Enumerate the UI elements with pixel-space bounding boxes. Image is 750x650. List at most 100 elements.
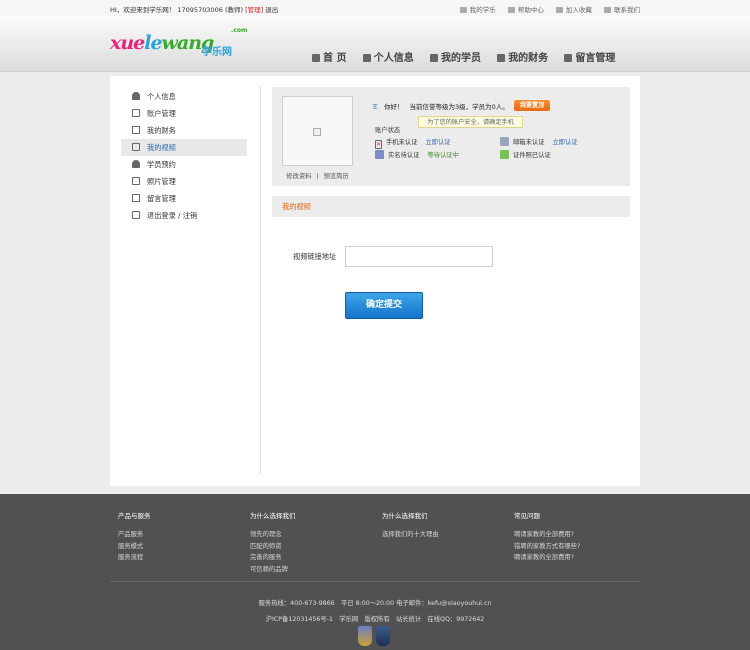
logo-domain: .com (231, 27, 248, 34)
students-icon (429, 54, 438, 62)
realname-pending: 等待认证中 (427, 152, 459, 159)
sidebar-item-appointments[interactable]: 学员预约 (121, 156, 247, 173)
footer-link[interactable]: 错聘的家教方式有哪些? (514, 541, 646, 553)
phone-status: ✕ 手机未认证 立即认证 (375, 139, 451, 149)
welcome-area: HI，欢迎来到学乐网！ 17095703006 (教师) [管理] 退出 (110, 4, 278, 14)
submit-button[interactable]: 确定提交 (345, 292, 423, 319)
footer-divider (110, 581, 640, 582)
footer-icp: 沪ICP备12031456号-1 学乐网 版权所有 站长统计 在线QQ：9972… (265, 616, 485, 623)
contact-link[interactable]: 联系我们 (604, 6, 640, 14)
credit-level: 当前信誉等级为3级，学员为0人。 (409, 103, 509, 111)
section-title: 我的视频 (282, 202, 311, 211)
photo-links: 修改资料 | 预览简历 (282, 171, 353, 180)
nav-finance[interactable]: 我的财务 (497, 49, 548, 64)
my-xuele-link[interactable]: 我的学乐 (459, 6, 496, 14)
cert-status: 证件照已认证 (500, 150, 551, 159)
contact-icon (604, 7, 611, 13)
footer-link[interactable]: 聘请家教的全部费用? (514, 552, 646, 564)
footer-link[interactable]: 领先的理念 (250, 529, 382, 541)
footer-link[interactable]: 服务流程 (118, 552, 250, 564)
bookmark-icon (555, 7, 563, 13)
site-footer: 产品与服务 产品服务 服务模式 服务流程 为什么选择我们 领先的理念 匹配的师资… (0, 494, 750, 650)
greeting-line: 王你好！ 当前信誉等级为3级，学员为0人。 (372, 101, 509, 111)
help-center-link[interactable]: 帮助中心 (507, 6, 544, 14)
video-link-input[interactable] (345, 246, 493, 267)
site-logo[interactable]: xuelewang 学乐网 .com (110, 26, 260, 60)
logo-le: le (144, 32, 162, 54)
edit-icon (497, 54, 506, 62)
exit-icon (132, 211, 140, 219)
pin-top-button[interactable]: 我要置顶 (514, 100, 550, 111)
help-icon (507, 7, 515, 13)
top-bar: HI，欢迎来到学乐网！ 17095703006 (教师) [管理] 退出 我的学… (0, 0, 750, 16)
sidebar-divider (260, 86, 261, 474)
preview-resume-link[interactable]: 预览简历 (324, 173, 349, 180)
heart-icon (459, 7, 467, 13)
home-icon (312, 54, 320, 62)
police-badge-icon[interactable] (376, 626, 390, 646)
video-link-label: 视频链接地址 (293, 252, 337, 261)
sidebar-item-finance[interactable]: 我的财务 (121, 122, 247, 139)
footer-link[interactable]: 完善的服务 (250, 552, 382, 564)
footer-link[interactable]: 选择我们的十大理由 (382, 529, 514, 541)
nav-students[interactable]: 我的学员 (429, 49, 481, 64)
nav-profile[interactable]: 个人信息 (362, 49, 414, 64)
email-status: 邮箱未认证 立即认证 (500, 137, 578, 146)
video-section-header: 我的视频 (272, 196, 630, 217)
content-panel: 个人信息 账户管理 我的财务 我的视频 学员预约 照片管理 留言管理 退出登录 … (110, 76, 640, 486)
edit-profile-link[interactable]: 修改资料 (286, 173, 311, 180)
sidebar-item-photos[interactable]: 照片管理 (121, 173, 247, 190)
logo-chinese: 学乐网 (202, 47, 232, 58)
nav-home[interactable]: 首 页 (312, 49, 346, 64)
broken-image-icon (313, 128, 321, 136)
logo-xue: xue (110, 32, 145, 54)
user-phone: 17095703006 (教师) (177, 6, 244, 14)
admin-link[interactable]: [管理] (245, 6, 263, 14)
sidebar-item-messages[interactable]: 留言管理 (121, 190, 247, 207)
verify-phone-link[interactable]: 立即认证 (425, 139, 450, 146)
person-icon (132, 92, 140, 100)
add-favorite-link[interactable]: 加入收藏 (555, 6, 592, 14)
realname-status: 实名待认证 等待认证中 (375, 150, 459, 159)
footer-link[interactable]: 服务模式 (118, 541, 250, 553)
person-icon (362, 54, 371, 62)
footer-link[interactable]: 聘请家教的全部费用? (514, 529, 646, 541)
footer-link[interactable]: 产品服务 (118, 529, 250, 541)
mail-icon (132, 194, 140, 202)
footer-hotline: 服务热线：400-673-9866 平日 8:00～20:00 电子邮件：kef… (258, 600, 492, 607)
footer-column-why: 为什么选择我们 领先的理念 匹配的师资 完善的服务 可信赖的品牌 (250, 510, 382, 575)
main-nav: 首 页 个人信息 我的学员 我的财务 留言管理 (312, 49, 629, 64)
phone-icon: ✕ (375, 140, 382, 149)
sidebar-item-account[interactable]: 账户管理 (121, 105, 247, 122)
profile-photo[interactable] (282, 96, 353, 166)
pen-icon (132, 126, 140, 134)
account-icon (132, 109, 140, 117)
footer-column-reasons: 为什么选择我们 选择我们的十大理由 (382, 510, 514, 541)
site-header: xuelewang 学乐网 .com 首 页 个人信息 我的学员 我的财务 留言… (0, 16, 750, 72)
shield-badge-icon[interactable] (358, 626, 372, 646)
mail-icon (564, 54, 573, 62)
certificate-icon (500, 150, 509, 159)
welcome-text: HI，欢迎来到学乐网！ (110, 6, 176, 14)
greeting: 你好！ (384, 103, 404, 111)
footer-link[interactable]: 匹配的师资 (250, 541, 382, 553)
photo-icon (132, 177, 140, 185)
students-icon (132, 160, 140, 168)
footer-column-services: 产品与服务 产品服务 服务模式 服务流程 (118, 510, 250, 564)
video-icon (132, 143, 140, 151)
footer-link[interactable]: 可信赖的品牌 (250, 564, 382, 576)
nav-messages[interactable]: 留言管理 (564, 49, 615, 64)
email-icon (500, 137, 509, 146)
sidebar-item-logout[interactable]: 退出登录 / 注销 (121, 207, 247, 224)
top-links: 我的学乐 帮助中心 加入收藏 联系我们 (450, 4, 640, 14)
profile-summary: 修改资料 | 预览简历 王你好！ 当前信誉等级为3级，学员为0人。 我要置顶 为了您的… (272, 87, 630, 186)
sidebar: 个人信息 账户管理 我的财务 我的视频 学员预约 照片管理 留言管理 退出登录 … (121, 88, 247, 224)
id-card-icon (375, 150, 384, 159)
sidebar-item-video[interactable]: 我的视频 (121, 139, 247, 156)
verify-email-link[interactable]: 立即认证 (552, 139, 577, 146)
link-separator: | (316, 173, 319, 180)
security-tooltip: 为了您的账户安全，请确定手机 (418, 116, 523, 128)
footer-column-faq: 常见问题 聘请家教的全部费用? 错聘的家教方式有哪些? 聘请家教的全部费用? (514, 510, 646, 564)
sidebar-item-profile[interactable]: 个人信息 (121, 88, 247, 105)
logout-link[interactable]: 退出 (265, 6, 278, 14)
